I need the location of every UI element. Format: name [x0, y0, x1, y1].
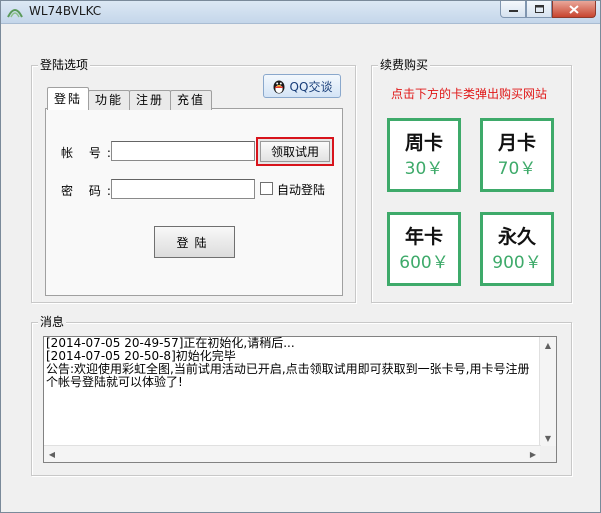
- login-button[interactable]: 登陆: [154, 226, 235, 258]
- login-tabs: 登陆 功能 注册 充值: [47, 87, 213, 110]
- minimize-icon: [508, 10, 518, 12]
- card-price: 600￥: [399, 253, 449, 273]
- password-label: 密 码:: [61, 184, 117, 198]
- card-name: 年卡: [404, 226, 443, 248]
- password-input[interactable]: [111, 179, 255, 199]
- card-price: 900￥: [492, 253, 542, 273]
- scroll-left-arrow-icon[interactable]: ◀: [44, 446, 60, 462]
- horizontal-scrollbar[interactable]: ◀ ▶: [44, 445, 541, 462]
- qq-chat-button[interactable]: QQ交谈: [263, 74, 341, 98]
- message-log[interactable]: [2014-07-05 20-49-57]正在初始化,请稍后... [2014-…: [43, 336, 557, 463]
- card-name: 周卡: [404, 132, 443, 154]
- title-bar[interactable]: WL74BVLKC: [1, 1, 600, 24]
- auto-login-checkbox[interactable]: [260, 182, 273, 195]
- monthly-card[interactable]: 月卡 70￥: [480, 118, 554, 192]
- scroll-down-arrow-icon[interactable]: ▼: [540, 430, 556, 446]
- yearly-card[interactable]: 年卡 600￥: [387, 212, 461, 286]
- permanent-card[interactable]: 永久 900￥: [480, 212, 554, 286]
- auto-login-label[interactable]: 自动登陆: [277, 181, 325, 198]
- message-text: [2014-07-05 20-49-57]正在初始化,请稍后... [2014-…: [46, 337, 541, 389]
- account-input[interactable]: [111, 141, 255, 161]
- scroll-right-arrow-icon[interactable]: ▶: [525, 446, 541, 462]
- window-controls: [500, 1, 596, 19]
- tab-register[interactable]: 注册: [129, 90, 172, 110]
- app-window: WL74BVLKC 登陆选项 登陆 功能 注册 充值 QQ交谈 帐 号: 领取试…: [0, 0, 601, 513]
- renew-purchase-legend: 续费购买: [378, 58, 431, 72]
- scroll-up-arrow-icon[interactable]: ▲: [540, 337, 556, 353]
- account-label: 帐 号:: [61, 146, 117, 160]
- claim-trial-button[interactable]: 领取试用: [260, 141, 330, 162]
- vertical-scrollbar[interactable]: ▲ ▼: [539, 337, 556, 446]
- purchase-notice: 点击下方的卡类弹出购买网站: [391, 87, 548, 101]
- card-name: 月卡: [497, 132, 536, 154]
- card-price: 70￥: [497, 159, 537, 179]
- card-price: 30￥: [404, 159, 444, 179]
- login-options-legend: 登陆选项: [38, 58, 91, 72]
- maximize-button[interactable]: [526, 1, 552, 18]
- messages-legend: 消息: [38, 315, 67, 329]
- close-icon: [569, 4, 579, 14]
- tab-login[interactable]: 登陆: [47, 87, 90, 110]
- qq-chat-label: QQ交谈: [289, 79, 333, 94]
- tab-recharge[interactable]: 充值: [170, 90, 213, 110]
- qq-penguin-icon: [273, 80, 285, 94]
- window-title: WL74BVLKC: [29, 4, 102, 18]
- minimize-button[interactable]: [500, 1, 526, 18]
- message-line: 公告:欢迎使用彩虹全图,当前试用活动已开启,点击领取试用即可获取到一张卡号,用卡…: [46, 362, 530, 389]
- close-button[interactable]: [552, 1, 596, 18]
- weekly-card[interactable]: 周卡 30￥: [387, 118, 461, 192]
- tab-features[interactable]: 功能: [88, 90, 131, 110]
- card-name: 永久: [497, 226, 536, 248]
- maximize-icon: [534, 5, 544, 13]
- scrollbar-corner: [540, 446, 556, 462]
- trial-button-highlight[interactable]: 领取试用: [256, 137, 334, 166]
- app-icon: [7, 9, 23, 18]
